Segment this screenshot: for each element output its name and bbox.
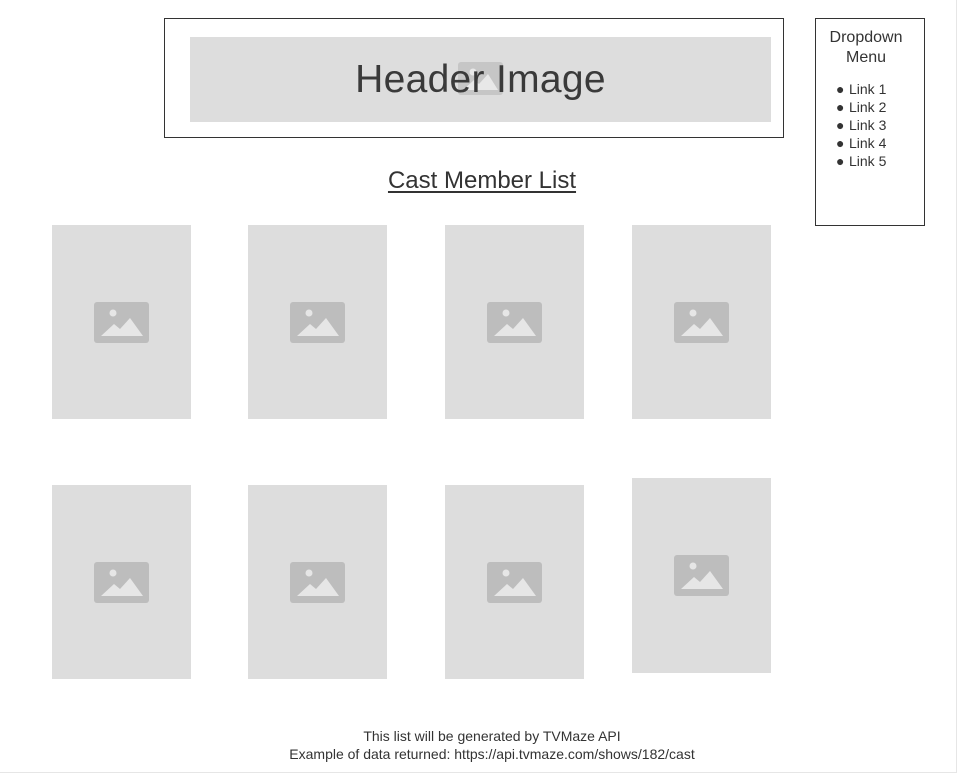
- footer-note: This list will be generated by TVMaze AP…: [0, 727, 958, 763]
- cast-member-card[interactable]: [445, 225, 584, 419]
- dropdown-title-line1: Dropdown: [829, 29, 903, 46]
- header-frame: Header Image: [164, 18, 784, 138]
- cast-member-card[interactable]: [632, 225, 771, 419]
- cast-member-card[interactable]: [52, 485, 191, 679]
- dropdown-link-label[interactable]: Link 3: [849, 117, 886, 133]
- header-title: Header Image: [355, 57, 606, 101]
- image-placeholder-icon: [487, 562, 542, 608]
- dropdown-link-3[interactable]: ● Link 3: [836, 116, 886, 134]
- dropdown-link-label[interactable]: Link 4: [849, 135, 886, 151]
- dropdown-link-label[interactable]: Link 1: [849, 81, 886, 97]
- cast-member-card[interactable]: [248, 485, 387, 679]
- bullet-icon: ●: [836, 117, 845, 133]
- footer-line2: Example of data returned: https://api.tv…: [289, 746, 695, 762]
- header-image: Header Image: [190, 37, 771, 122]
- image-placeholder-icon: [487, 302, 542, 348]
- bullet-icon: ●: [836, 135, 845, 151]
- dropdown-title[interactable]: Dropdown Menu: [816, 28, 916, 68]
- dropdown-link-1[interactable]: ● Link 1: [836, 80, 886, 98]
- image-placeholder-icon: [290, 302, 345, 348]
- cast-list-title: Cast Member List: [387, 167, 577, 194]
- image-placeholder-icon: [290, 562, 345, 608]
- bullet-icon: ●: [836, 81, 845, 97]
- image-placeholder-icon: [94, 562, 149, 608]
- dropdown-link-list: ● Link 1 ● Link 2 ● Link 3 ● Link 4 ● Link 5: [836, 80, 886, 170]
- image-placeholder-icon: [674, 302, 729, 348]
- image-placeholder-icon: [674, 555, 729, 601]
- cast-member-card[interactable]: [445, 485, 584, 679]
- dropdown-title-line2: Menu: [845, 49, 887, 66]
- cast-member-card[interactable]: [52, 225, 191, 419]
- cast-member-card[interactable]: [248, 225, 387, 419]
- dropdown-link-2[interactable]: ● Link 2: [836, 98, 886, 116]
- dropdown-link-label[interactable]: Link 2: [849, 99, 886, 115]
- cast-member-card[interactable]: [632, 478, 771, 673]
- dropdown-link-4[interactable]: ● Link 4: [836, 134, 886, 152]
- bullet-icon: ●: [836, 99, 845, 115]
- footer-line1: This list will be generated by TVMaze AP…: [363, 728, 621, 744]
- image-placeholder-icon: [94, 302, 149, 348]
